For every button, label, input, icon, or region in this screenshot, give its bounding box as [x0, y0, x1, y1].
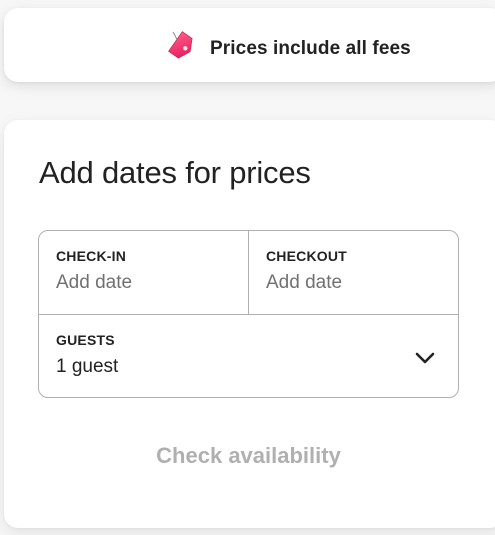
- guests-label: GUESTS: [56, 332, 115, 348]
- check-in-label: CHECK-IN: [56, 248, 127, 264]
- guests-value: 1 guest: [56, 356, 119, 377]
- checkout-field[interactable]: CHECKOUT Add date: [249, 231, 458, 314]
- chevron-down-icon[interactable]: [414, 347, 436, 369]
- check-availability-button[interactable]: Check availability: [38, 430, 459, 482]
- price-tag-icon: [164, 28, 200, 64]
- fees-banner: Prices include all fees: [4, 8, 495, 82]
- guests-row: GUESTS 1 guest: [39, 314, 458, 397]
- fees-text: Prices include all fees: [210, 37, 411, 59]
- card-title: Add dates for prices: [39, 155, 311, 190]
- check-in-field[interactable]: CHECK-IN Add date: [39, 231, 249, 314]
- guests-field[interactable]: GUESTS 1 guest: [39, 315, 458, 397]
- booking-card: Add dates for prices CHECK-IN Add date C…: [4, 120, 495, 528]
- checkout-value: Add date: [266, 272, 343, 293]
- check-in-value: Add date: [56, 272, 133, 293]
- checkout-label: CHECKOUT: [266, 248, 347, 264]
- fees-content: Prices include all fees: [164, 28, 411, 64]
- dates-row: CHECK-IN Add date CHECKOUT Add date: [39, 231, 458, 314]
- dates-guests-picker: CHECK-IN Add date CHECKOUT Add date GUES…: [38, 230, 459, 398]
